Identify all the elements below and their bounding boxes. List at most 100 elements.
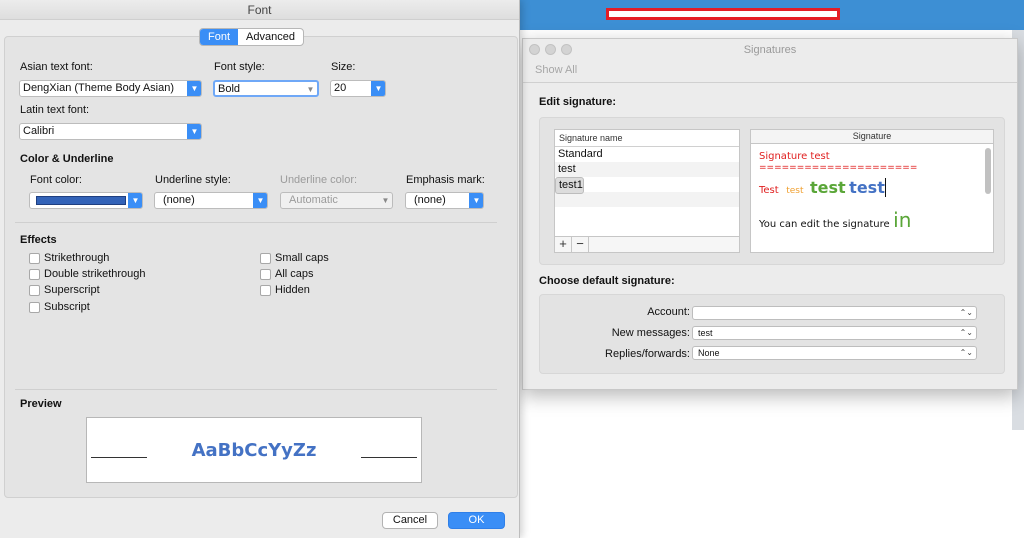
latin-font-value: Calibri: [23, 125, 55, 137]
signatures-toolbar: Show All: [523, 61, 1017, 83]
font-dialog-title: Font: [0, 0, 519, 20]
replies-forwards-label: Replies/forwards:: [605, 348, 690, 360]
chevron-down-icon: ▼: [306, 85, 315, 94]
signature-edit-text: You can edit the signature: [759, 219, 890, 230]
signature-list-controls: + −: [555, 236, 739, 252]
underline-style-value: (none): [163, 194, 195, 206]
signature-word-green: test: [810, 178, 846, 197]
cancel-button[interactable]: Cancel: [382, 512, 438, 529]
font-preview-box: AaBbCcYyZz: [86, 417, 422, 483]
effects-heading: Effects: [20, 234, 57, 246]
chevron-down-icon: ▼: [187, 81, 201, 96]
subscript-checkbox[interactable]: Subscript: [29, 301, 90, 313]
signature-word-blue: test: [849, 178, 886, 197]
signature-list[interactable]: Signature name Standard test test1 + −: [554, 129, 740, 253]
signature-editor-body[interactable]: Signature test ===================== Tes…: [759, 150, 983, 232]
add-signature-button[interactable]: +: [555, 237, 572, 252]
signatures-window-title: Signatures: [743, 44, 797, 56]
hidden-checkbox[interactable]: Hidden: [260, 284, 310, 296]
account-label: Account:: [647, 306, 690, 318]
signature-line-title: Signature test: [759, 151, 830, 162]
checkbox-box[interactable]: [260, 252, 271, 264]
signature-line-words: Test test test test: [759, 177, 983, 202]
signatures-window: Signatures Show All Edit signature: Sign…: [522, 38, 1018, 390]
font-color-swatch: [36, 196, 126, 205]
chevron-down-icon: ▼: [253, 193, 267, 208]
close-window-icon[interactable]: [529, 44, 540, 55]
account-select[interactable]: ⌃⌄: [692, 306, 977, 320]
chevron-down-icon: ▼: [381, 196, 390, 205]
all-caps-label: All caps: [275, 268, 314, 280]
tab-advanced[interactable]: Advanced: [238, 29, 303, 45]
emphasis-mark-value: (none): [414, 194, 446, 206]
checkbox-box[interactable]: [29, 284, 40, 296]
size-select[interactable]: 20 ▼: [330, 80, 386, 97]
strikethrough-checkbox[interactable]: Strikethrough: [29, 252, 109, 264]
plus-icon: +: [559, 236, 567, 251]
replies-forwards-select[interactable]: None ⌃⌄: [692, 346, 977, 360]
zoom-window-icon[interactable]: [561, 44, 572, 55]
latin-font-label: Latin text font:: [20, 104, 90, 116]
superscript-checkbox[interactable]: Superscript: [29, 284, 100, 296]
font-color-label: Font color:: [30, 174, 82, 186]
new-messages-select[interactable]: test ⌃⌄: [692, 326, 977, 340]
choose-default-signature-label: Choose default signature:: [539, 275, 675, 287]
minus-icon: −: [576, 236, 584, 251]
all-caps-checkbox[interactable]: All caps: [260, 268, 314, 280]
asian-font-select[interactable]: DengXian (Theme Body Asian) ▼: [19, 80, 202, 97]
tab-font[interactable]: Font: [200, 29, 239, 45]
underline-style-select[interactable]: (none) ▼: [154, 192, 268, 209]
signature-editor-header: Signature: [751, 130, 993, 144]
ok-button[interactable]: OK: [448, 512, 505, 529]
signature-list-item[interactable]: test: [555, 162, 739, 177]
updown-arrow-icon: ⌃⌄: [959, 328, 973, 337]
show-all-button[interactable]: Show All: [535, 64, 577, 76]
font-style-label: Font style:: [214, 61, 265, 73]
checkbox-box[interactable]: [260, 268, 271, 280]
latin-font-select[interactable]: Calibri ▼: [19, 123, 202, 140]
checkbox-box[interactable]: [29, 301, 40, 313]
signature-editor-scrollbar[interactable]: [985, 148, 991, 194]
signature-line-edit: You can edit the signature in: [759, 208, 983, 232]
signature-list-item[interactable]: Standard: [555, 147, 739, 162]
emphasis-mark-select[interactable]: (none) ▼: [405, 192, 484, 209]
chevron-down-icon: ▼: [469, 193, 483, 208]
signature-list-header: Signature name: [555, 130, 739, 147]
signature-list-empty-row: [555, 192, 739, 207]
updown-arrow-icon: ⌃⌄: [959, 348, 973, 357]
signature-editor[interactable]: Signature Signature test ===============…: [750, 129, 994, 253]
small-caps-checkbox[interactable]: Small caps: [260, 252, 329, 264]
checkbox-box[interactable]: [29, 268, 40, 280]
size-value: 20: [334, 82, 347, 94]
asian-font-value: DengXian (Theme Body Asian): [23, 82, 175, 94]
superscript-label: Superscript: [44, 284, 100, 296]
remove-signature-button[interactable]: −: [572, 237, 589, 252]
section-divider: [15, 222, 497, 223]
replies-forwards-value: None: [698, 348, 720, 358]
font-style-value: Bold: [218, 83, 241, 95]
strikethrough-label: Strikethrough: [44, 252, 110, 264]
section-divider: [15, 389, 497, 390]
checkbox-box[interactable]: [260, 284, 271, 296]
signature-word-red: Test: [759, 185, 779, 196]
underline-color-label: Underline color:: [280, 174, 358, 186]
edit-signature-panel: Signature name Standard test test1 + − S…: [539, 117, 1005, 265]
signature-list-item-selected[interactable]: test1: [555, 177, 584, 194]
font-style-select[interactable]: Bold ▼: [213, 80, 319, 97]
new-messages-label: New messages:: [611, 327, 690, 339]
minimize-window-icon[interactable]: [545, 44, 556, 55]
chevron-down-icon: ▼: [187, 124, 201, 139]
preview-heading: Preview: [20, 398, 62, 410]
signature-big-word: in: [893, 208, 912, 232]
asian-font-label: Asian text font:: [20, 61, 93, 73]
double-strikethrough-checkbox[interactable]: Double strikethrough: [29, 268, 146, 280]
new-messages-value: test: [698, 328, 713, 338]
small-caps-label: Small caps: [275, 252, 329, 264]
checkbox-box[interactable]: [29, 252, 40, 264]
updown-arrow-icon: ⌃⌄: [959, 308, 973, 317]
edit-signature-label: Edit signature:: [539, 96, 617, 108]
font-dialog-tabs: Font Advanced: [199, 28, 304, 46]
preview-baseline-right: [361, 457, 417, 458]
font-color-select[interactable]: ▼: [29, 192, 143, 209]
default-signature-panel: Account: ⌃⌄ New messages: test ⌃⌄ Replie…: [539, 294, 1005, 374]
